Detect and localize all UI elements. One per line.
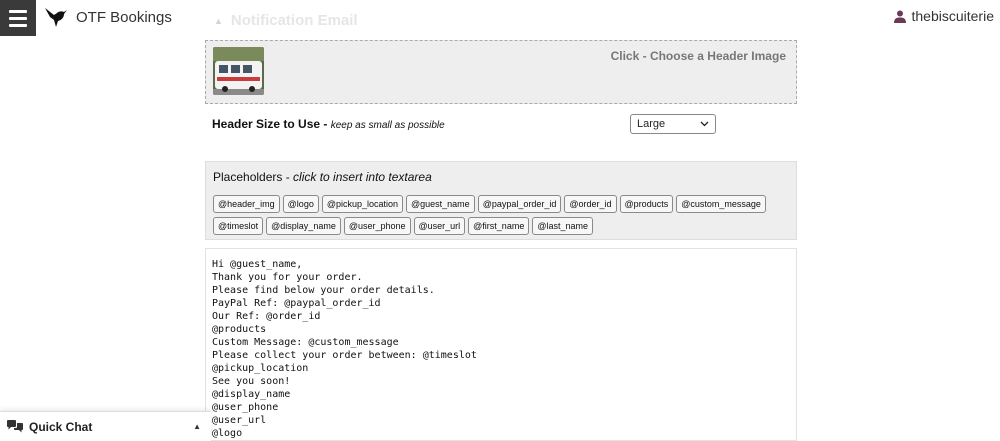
collapse-caret-icon: ▲ xyxy=(214,15,223,26)
placeholder-button[interactable]: @paypal_order_id xyxy=(477,195,562,213)
placeholder-button[interactable]: @display_name xyxy=(266,217,341,235)
placeholder-button[interactable]: @custom_message xyxy=(676,195,766,213)
header-image-thumbnail xyxy=(213,47,264,95)
username: thebiscuiterie xyxy=(911,8,995,24)
brand-name: OTF Bookings xyxy=(76,8,172,26)
placeholder-button[interactable]: @last_name xyxy=(532,217,593,235)
chat-bubbles-icon xyxy=(7,420,23,433)
header-size-select[interactable]: Large xyxy=(630,114,716,134)
placeholder-button[interactable]: @header_img xyxy=(213,195,280,213)
user-menu[interactable]: thebiscuiterie xyxy=(893,8,995,24)
header-image-chooser[interactable]: Click - Choose a Header Image xyxy=(205,40,797,104)
placeholders-panel: Placeholders - click to insert into text… xyxy=(205,161,797,240)
placeholder-buttons: @header_img @logo @pickup_location @gues… xyxy=(213,195,793,235)
placeholder-button[interactable]: @user_phone xyxy=(343,217,411,235)
hamburger-menu-icon[interactable] xyxy=(0,0,36,36)
expand-caret-icon[interactable]: ▲ xyxy=(193,422,201,431)
hummingbird-logo-icon xyxy=(45,8,67,27)
quick-chat-widget[interactable]: Quick Chat ▲ xyxy=(0,411,211,441)
placeholder-button[interactable]: @pickup_location xyxy=(321,195,404,213)
user-icon xyxy=(893,10,906,23)
placeholder-button[interactable]: @first_name xyxy=(468,217,530,235)
top-bar: OTF Bookings thebiscuiterie xyxy=(0,0,1000,36)
choose-header-image-label[interactable]: Click - Choose a Header Image xyxy=(611,49,786,63)
placeholder-button[interactable]: @logo xyxy=(282,195,319,213)
header-size-label: Header Size to Use - keep as small as po… xyxy=(212,117,445,131)
placeholder-button[interactable]: @guest_name xyxy=(406,195,475,213)
quick-chat-label: Quick Chat xyxy=(29,419,93,434)
brand[interactable]: OTF Bookings xyxy=(44,6,172,28)
email-body-textarea[interactable]: Hi @guest_name, Thank you for your order… xyxy=(205,248,797,441)
placeholder-button[interactable]: @order_id xyxy=(564,195,617,213)
placeholder-button[interactable]: @user_url xyxy=(413,217,466,235)
placeholder-button[interactable]: @products xyxy=(619,195,674,213)
placeholder-button[interactable]: @timeslot xyxy=(213,217,264,235)
placeholders-title: Placeholders - click to insert into text… xyxy=(213,170,432,184)
chevron-down-icon xyxy=(700,121,709,127)
header-size-row: Header Size to Use - keep as small as po… xyxy=(212,114,798,136)
section-title[interactable]: ▲ Notification Email xyxy=(214,12,358,29)
